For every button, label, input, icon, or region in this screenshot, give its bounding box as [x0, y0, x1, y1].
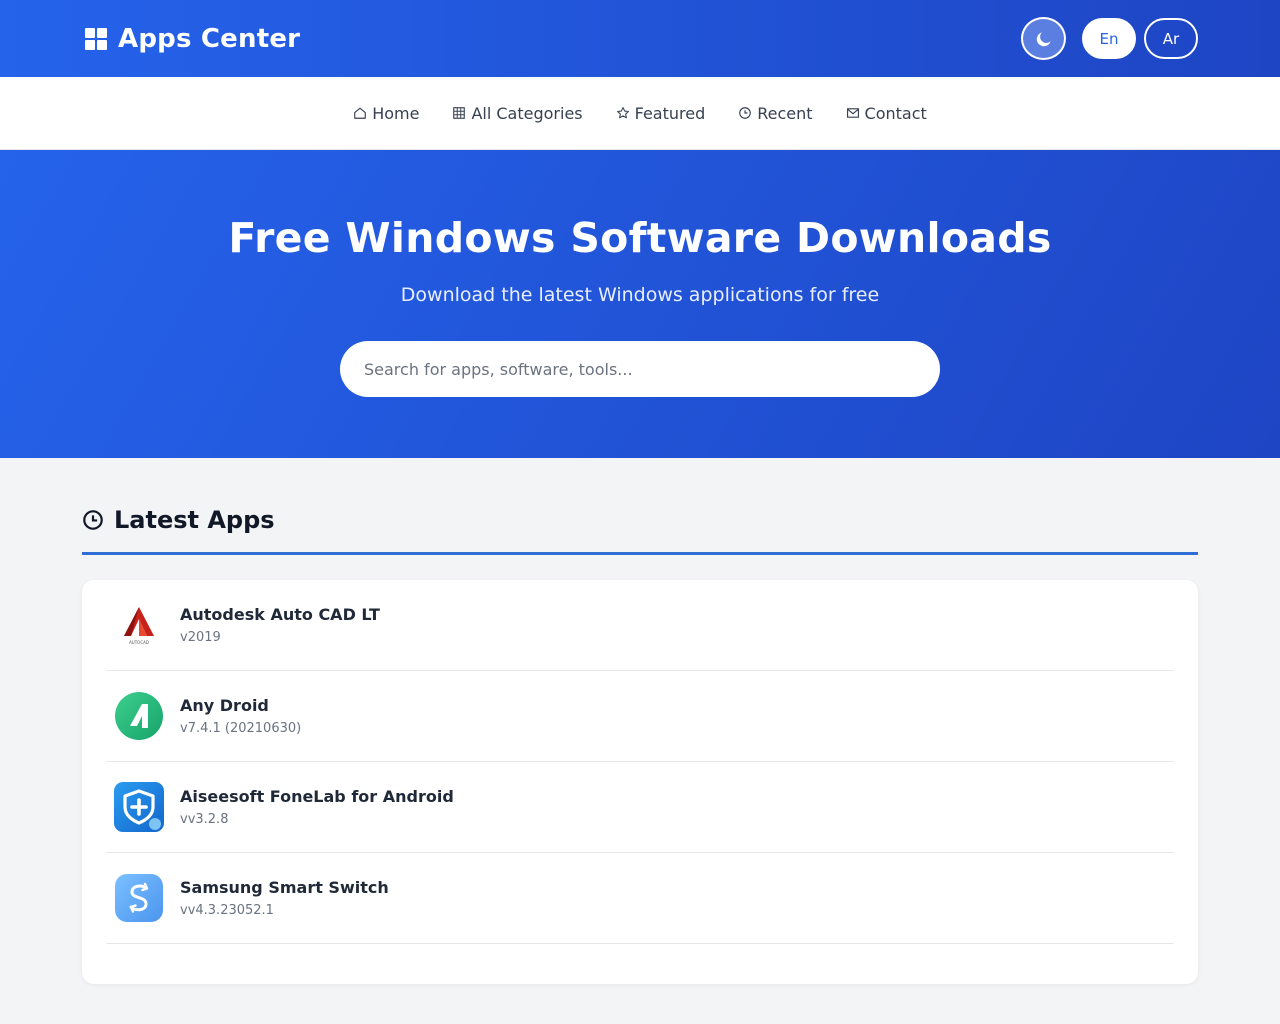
smart-switch-icon — [114, 873, 164, 923]
clock-icon — [739, 107, 752, 119]
nav-item-label: Recent — [757, 103, 813, 123]
app-info: Any Droid v7.4.1 (20210630) — [180, 696, 301, 736]
nav-item-label: Home — [372, 103, 420, 123]
app-info: Autodesk Auto CAD LT v2019 — [180, 605, 380, 645]
nav-item-home[interactable]: Home — [353, 104, 419, 123]
app-list-item[interactable]: Any Droid v7.4.1 (20210630) — [106, 671, 1174, 762]
main-content: Latest Apps AUTOCAD Autodesk Auto CAD LT… — [0, 458, 1280, 984]
fonelab-icon — [114, 782, 164, 832]
nav-item-contact[interactable]: Contact — [846, 104, 927, 123]
main-nav: Home All Categories Featured Recent Cont… — [0, 77, 1280, 150]
grid-icon — [453, 107, 466, 119]
site-title: Apps Center — [118, 23, 301, 54]
app-name: Aiseesoft FoneLab for Android — [180, 787, 454, 806]
moon-icon — [1036, 31, 1051, 46]
app-info: Aiseesoft FoneLab for Android vv3.2.8 — [180, 787, 454, 827]
app-name: Any Droid — [180, 696, 269, 715]
anydroid-icon — [114, 691, 164, 741]
language-ar-button[interactable]: Ar — [1144, 18, 1198, 59]
top-header: Apps Center En Ar — [0, 0, 1280, 77]
header-actions: En Ar — [1021, 17, 1198, 60]
app-version: v2019 — [180, 630, 221, 645]
app-name: Samsung Smart Switch — [180, 878, 389, 897]
app-name: Autodesk Auto CAD LT — [180, 605, 380, 624]
app-list-item[interactable]: Aiseesoft FoneLab for Android vv3.2.8 — [106, 762, 1174, 853]
hero-title: Free Windows Software Downloads — [228, 214, 1052, 262]
windows-logo-icon — [85, 27, 107, 50]
search-input[interactable] — [364, 359, 916, 379]
section-title: Latest Apps — [114, 506, 275, 534]
mail-icon — [846, 108, 859, 118]
autocad-icon: AUTOCAD — [114, 600, 164, 650]
app-info: Samsung Smart Switch vv4.3.23052.1 — [180, 878, 389, 918]
hero-subtitle: Download the latest Windows applications… — [400, 284, 880, 306]
nav-item-label: All Categories — [471, 103, 583, 123]
nav-item-all-categories[interactable]: All Categories — [452, 103, 583, 123]
latest-apps-header: Latest Apps — [82, 506, 1198, 555]
app-version: v7.4.1 (20210630) — [180, 721, 302, 736]
latest-apps-list: AUTOCAD Autodesk Auto CAD LT v2019 Any D… — [82, 580, 1198, 984]
home-icon — [354, 107, 367, 119]
app-list-item[interactable]: AUTOCAD Autodesk Auto CAD LT v2019 — [106, 580, 1174, 671]
nav-item-featured[interactable]: Featured — [616, 103, 706, 123]
app-list-item[interactable]: Samsung Smart Switch vv4.3.23052.1 — [106, 853, 1174, 944]
dark-mode-toggle-button[interactable] — [1021, 17, 1066, 60]
nav-item-label: Contact — [864, 103, 927, 123]
svg-text:AUTOCAD: AUTOCAD — [129, 640, 149, 645]
language-en-button[interactable]: En — [1082, 18, 1136, 59]
search-box — [340, 341, 940, 397]
app-version: vv4.3.23052.1 — [180, 903, 274, 918]
nav-item-recent[interactable]: Recent — [738, 103, 813, 123]
nav-item-label: Featured — [634, 103, 706, 123]
star-icon — [616, 107, 629, 119]
app-version: vv3.2.8 — [180, 812, 229, 827]
clock-icon — [83, 510, 103, 530]
hero-banner: Free Windows Software Downloads Download… — [0, 150, 1280, 458]
brand-logo-link[interactable]: Apps Center — [85, 24, 300, 54]
